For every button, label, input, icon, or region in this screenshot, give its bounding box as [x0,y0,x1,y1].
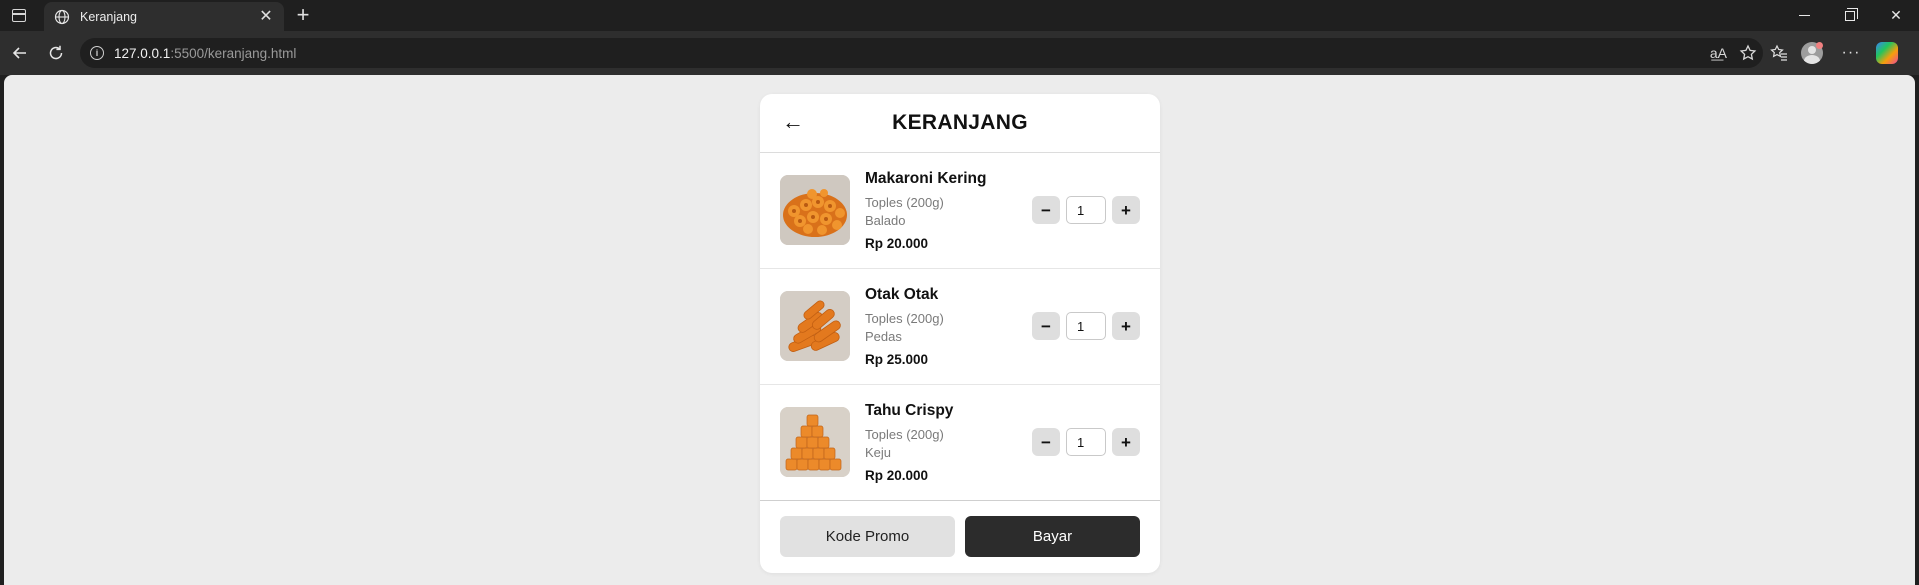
promo-code-button[interactable]: Kode Promo [780,516,955,557]
cart-item: Otak Otak Toples (200g) Pedas Rp 25.000 … [760,269,1160,385]
quantity-stepper: − + [1032,428,1140,456]
back-nav-button[interactable] [4,38,36,68]
read-aloud-icon[interactable]: a͟A [1710,45,1727,61]
favorite-star-icon[interactable] [1739,44,1757,62]
cart-item: Makaroni Kering Toples (200g) Balado Rp … [760,153,1160,269]
item-flavor: Balado [865,213,906,228]
increase-quantity-button[interactable]: + [1112,196,1140,224]
restore-icon [1845,7,1858,21]
close-window-button[interactable]: ✕ [1873,0,1919,31]
quantity-input[interactable] [1066,312,1106,340]
pay-button[interactable]: Bayar [965,516,1140,557]
globe-icon [54,9,70,24]
new-tab-button[interactable]: + [290,4,316,28]
browser-tab-active[interactable]: Keranjang ✕ [44,2,284,31]
browser-tab-bar: Keranjang ✕ + ✕ [0,0,1919,31]
decrease-quantity-button[interactable]: − [1032,312,1060,340]
increase-quantity-button[interactable]: + [1112,312,1140,340]
favorites-button[interactable] [1761,38,1797,68]
page-viewport: ← KERANJANG Makaroni Kering Toples (200g… [4,75,1915,585]
quantity-input[interactable] [1066,196,1106,224]
arrow-left-icon [12,47,26,59]
profile-button[interactable] [1797,38,1833,68]
cart-list: Makaroni Kering Toples (200g) Balado Rp … [760,153,1160,501]
increase-quantity-button[interactable]: + [1112,428,1140,456]
item-flavor: Keju [865,445,892,460]
decrease-quantity-button[interactable]: − [1032,428,1060,456]
cart-header: ← KERANJANG [760,94,1160,153]
tahu-crispy-image [780,407,850,477]
reload-icon [49,45,63,60]
favorites-icon [1770,44,1787,61]
decrease-quantity-button[interactable]: − [1032,196,1060,224]
close-icon: ✕ [1890,7,1902,23]
item-price: Rp 20.000 [865,468,929,483]
toolbar-right-actions: ··· [1761,38,1905,68]
page-title: KERANJANG [892,111,1028,134]
url-text: 127.0.0.1:5500/keranjang.html [114,45,297,61]
more-button[interactable]: ··· [1833,38,1869,68]
copilot-button[interactable] [1869,38,1905,68]
quantity-stepper: − + [1032,312,1140,340]
quantity-stepper: − + [1032,196,1140,224]
item-package: Toples (200g) [865,195,944,210]
item-price: Rp 25.000 [865,352,929,367]
minimize-button[interactable] [1781,0,1827,31]
restore-button[interactable] [1827,0,1873,31]
cart-item: Tahu Crispy Toples (200g) Keju Rp 20.000… [760,385,1160,501]
item-package: Toples (200g) [865,427,944,442]
minimize-icon [1798,15,1810,16]
notification-dot [1815,41,1823,49]
item-package: Toples (200g) [865,311,944,326]
window-controls: ✕ [1781,0,1919,31]
quantity-input[interactable] [1066,428,1106,456]
reload-button[interactable] [40,38,72,68]
more-icon: ··· [1841,44,1861,61]
address-bar[interactable]: i 127.0.0.1:5500/keranjang.html a͟A [80,38,1763,68]
address-bar-actions: a͟A [1710,38,1757,68]
copilot-icon [1876,42,1898,64]
cart-card: ← KERANJANG Makaroni Kering Toples (200g… [760,94,1160,573]
item-info: Makaroni Kering Toples (200g) Balado Rp … [865,170,986,251]
site-info-icon[interactable]: i [90,46,104,60]
tab-title: Keranjang [80,9,137,24]
otak-otak-image [780,291,850,361]
item-price: Rp 20.000 [865,236,929,251]
browser-toolbar: i 127.0.0.1:5500/keranjang.html a͟A ··· [0,31,1919,75]
cart-footer: Kode Promo Bayar [780,516,1140,557]
item-flavor: Pedas [865,329,902,344]
item-name: Tahu Crispy [865,402,954,419]
close-tab-icon[interactable]: ✕ [258,8,274,25]
item-name: Makaroni Kering [865,170,987,187]
item-name: Otak Otak [865,286,939,303]
tab-actions-icon [12,9,26,22]
macaroni-image [780,175,850,245]
tab-actions-button[interactable] [0,0,38,31]
item-info: Otak Otak Toples (200g) Pedas Rp 25.000 [865,286,944,367]
item-info: Tahu Crispy Toples (200g) Keju Rp 20.000 [865,402,953,483]
